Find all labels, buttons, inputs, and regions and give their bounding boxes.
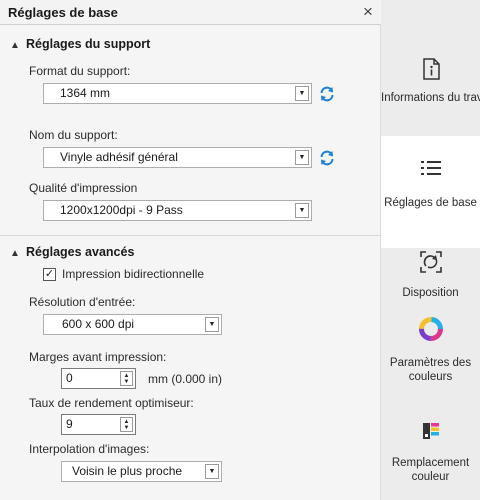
refresh-icon[interactable] <box>318 149 336 167</box>
support-name-value: Vinyle adhésif général <box>60 150 178 164</box>
dropdown-arrow-icon: ▼ <box>295 86 309 101</box>
section-divider <box>0 235 381 236</box>
tab-label: Disposition <box>402 287 459 299</box>
format-select[interactable]: 1364 mm ▼ <box>43 83 312 104</box>
spinner-arrows-icon[interactable]: ▲ ▼ <box>120 371 133 386</box>
panel-header: Réglages de base × <box>0 0 381 25</box>
basic-settings-panel: Réglages de base × ▲ Réglages du support … <box>0 0 381 500</box>
color-replace-icon <box>422 423 439 439</box>
optimizer-value: 9 <box>66 417 73 431</box>
margins-spinbox[interactable]: 0 ▲ ▼ <box>61 368 136 389</box>
panel-title: Réglages de base <box>8 5 118 20</box>
name-label: Nom du support: <box>29 128 118 142</box>
dropdown-arrow-icon: ▼ <box>295 150 309 165</box>
optimizer-label: Taux de rendement optimiseur: <box>29 396 194 410</box>
tab-basic-settings[interactable]: Réglages de base <box>381 136 480 248</box>
bidirectional-checkbox[interactable]: ✓ <box>43 268 56 281</box>
list-icon <box>420 161 441 175</box>
tab-color-replace[interactable]: Remplacement couleur <box>381 408 480 500</box>
bidirectional-label: Impression bidirectionnelle <box>62 267 205 281</box>
interpolation-value: Voisin le plus proche <box>72 464 183 478</box>
optimizer-spinbox[interactable]: 9 ▲ ▼ <box>61 414 136 435</box>
close-button[interactable]: × <box>358 2 378 22</box>
dropdown-arrow-icon: ▼ <box>205 464 219 479</box>
margins-value: 0 <box>66 371 73 385</box>
quality-select[interactable]: 1200x1200dpi - 9 Pass ▼ <box>43 200 312 221</box>
support-section-title: Réglages du support <box>26 37 151 51</box>
chevron-up-icon: ▲ <box>10 248 20 259</box>
dropdown-arrow-icon: ▼ <box>205 317 219 332</box>
tab-label: Informations du travail <box>381 92 480 104</box>
advanced-section-header[interactable]: ▲ Réglages avancés <box>10 245 134 259</box>
tab-job-info[interactable]: Informations du travail <box>381 0 480 136</box>
format-value: 1364 mm <box>60 86 111 100</box>
format-label: Format du support: <box>29 64 131 78</box>
resolution-select[interactable]: 600 x 600 dpi ▼ <box>43 314 222 335</box>
interpolation-select[interactable]: Voisin le plus proche ▼ <box>61 461 222 482</box>
spinner-arrows-icon[interactable]: ▲ ▼ <box>120 417 133 432</box>
margins-label: Marges avant impression: <box>29 350 167 364</box>
tab-label: Remplacement couleur <box>391 457 470 483</box>
layout-icon <box>419 251 442 273</box>
color-ring-icon <box>418 317 443 341</box>
quality-value: 1200x1200dpi - 9 Pass <box>60 203 183 217</box>
chevron-up-icon: ▲ <box>10 40 20 51</box>
advanced-section-title: Réglages avancés <box>26 245 135 259</box>
info-icon <box>422 58 440 80</box>
support-section-header[interactable]: ▲ Réglages du support <box>10 37 150 51</box>
tab-label: Réglages de base <box>384 197 477 209</box>
support-name-select[interactable]: Vinyle adhésif général ▼ <box>43 147 312 168</box>
tab-label: Paramètres des couleurs <box>389 357 472 383</box>
tab-color-settings[interactable]: Paramètres des couleurs <box>381 308 480 408</box>
refresh-icon[interactable] <box>318 85 336 103</box>
resolution-label: Résolution d'entrée: <box>29 295 136 309</box>
margins-unit: mm (0.000 in) <box>148 372 223 386</box>
sidebar: Informations du travail Réglages de base… <box>381 0 480 500</box>
resolution-value: 600 x 600 dpi <box>62 317 135 331</box>
quality-label: Qualité d'impression <box>29 181 138 195</box>
tab-layout[interactable]: Disposition <box>381 248 480 308</box>
interpolation-label: Interpolation d'images: <box>29 442 150 456</box>
dropdown-arrow-icon: ▼ <box>295 203 309 218</box>
